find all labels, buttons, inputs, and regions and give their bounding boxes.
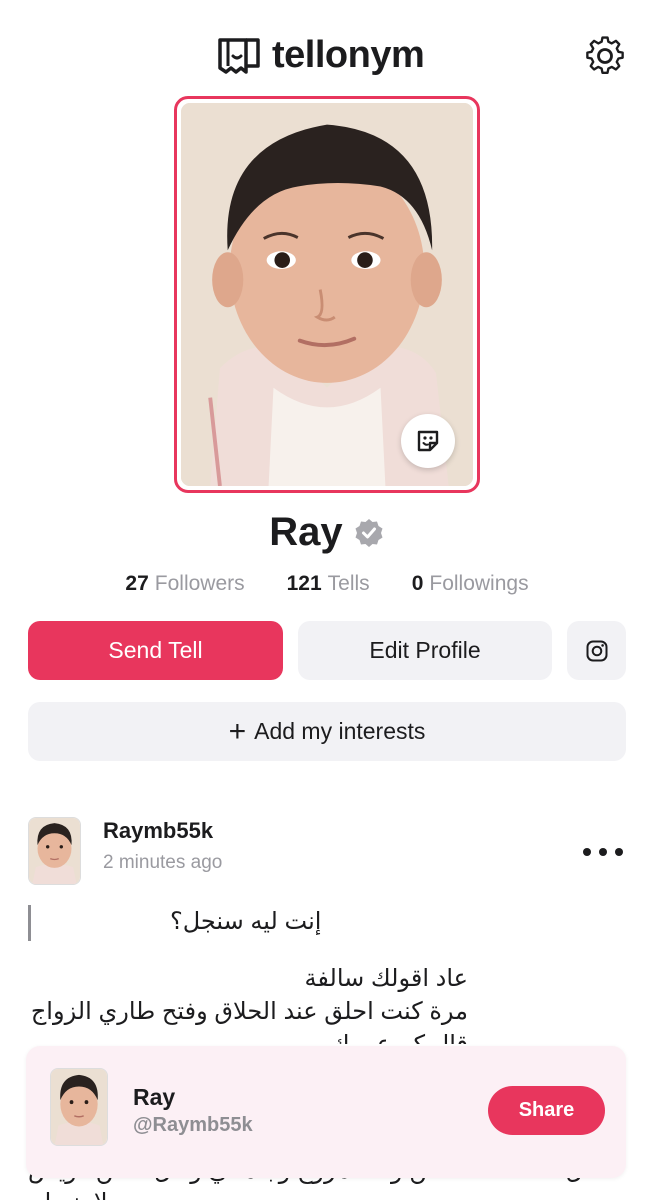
send-tell-button[interactable]: Send Tell — [28, 621, 283, 680]
app-logo: tellonym — [216, 30, 425, 80]
answer-line: ولا ينسلم — [28, 1188, 119, 1200]
followers-stat[interactable]: 27 Followers — [125, 572, 244, 596]
post-username[interactable]: Raymb55k — [103, 818, 213, 844]
share-card-name: Ray — [133, 1084, 176, 1110]
instagram-button[interactable] — [567, 621, 626, 680]
post-timestamp: 2 minutes ago — [103, 852, 223, 873]
answer-line: قال كم عمرك — [28, 1028, 468, 1044]
app-name: tellonym — [272, 33, 425, 76]
share-button[interactable]: Share — [488, 1086, 605, 1135]
question-quote-bar — [28, 905, 618, 941]
share-card-handle: @Raymb55k — [133, 1114, 253, 1136]
tellonym-logo-icon — [218, 38, 260, 74]
instagram-icon — [586, 640, 607, 661]
gear-icon[interactable] — [584, 35, 626, 77]
app-header: tellonym — [0, 0, 654, 96]
followers-label: Followers — [154, 572, 245, 595]
sticker-icon — [417, 430, 439, 452]
tells-stat[interactable]: 121 Tells — [287, 572, 370, 596]
post-answer: عاد اقولك سالفة مرة كنت احلق عند الحلاق … — [28, 962, 468, 1044]
followings-label: Followings — [429, 572, 529, 595]
share-profile-card: Ray @Raymb55k Share — [26, 1046, 626, 1178]
verified-badge-icon — [355, 518, 383, 547]
add-interests-label: Add my interests — [254, 718, 426, 744]
profile-stats: 27 Followers 121 Tells 0 Followings — [0, 572, 654, 596]
post-author-avatar[interactable] — [28, 817, 81, 885]
followings-stat[interactable]: 0 Followings — [412, 572, 529, 596]
share-card-avatar — [50, 1068, 108, 1146]
add-interests-button[interactable]: + Add my interests — [28, 702, 626, 761]
answer-line: عاد اقولك سالفة — [304, 965, 468, 992]
followings-count: 0 — [411, 572, 424, 595]
tells-count: 121 — [286, 572, 322, 595]
post-question: إنت ليه سنجل؟ — [170, 908, 322, 935]
more-options-icon[interactable] — [583, 838, 623, 866]
post-answer-clip: عاد اقولك سالفة مرة كنت احلق عند الحلاق … — [0, 962, 654, 1044]
answer-line: مرة كنت احلق عند الحلاق وفتح طاري الزواج — [30, 998, 468, 1025]
sticker-button[interactable] — [401, 414, 455, 468]
tells-label: Tells — [327, 572, 370, 595]
followers-count: 27 — [125, 572, 149, 595]
edit-profile-button[interactable]: Edit Profile — [298, 621, 552, 680]
profile-name: Ray — [269, 510, 343, 554]
plus-icon: + — [228, 714, 247, 748]
profile-name-row: Ray — [0, 510, 654, 555]
